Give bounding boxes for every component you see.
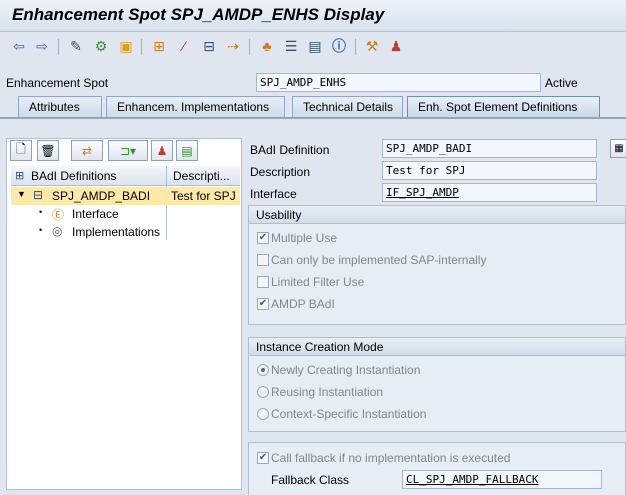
new-icon[interactable]: 🗋: [10, 140, 32, 161]
fallback-class-label: Fallback Class: [271, 473, 350, 487]
align-icon[interactable]: ☰: [282, 37, 300, 55]
reusing-label: Reusing Instantiation: [271, 385, 384, 399]
filter-dropdown-icon[interactable]: ⊐▾: [108, 140, 148, 161]
usability-header: Usability: [249, 206, 625, 224]
window-title: Enhancement Spot SPJ_AMDP_ENHS Display: [12, 5, 385, 24]
reusing-radio[interactable]: [257, 386, 269, 398]
limited-filter-label: Limited Filter Use: [271, 275, 365, 289]
enhancement-spot-label: Enhancement Spot: [6, 76, 109, 90]
description-label: Description: [250, 165, 311, 179]
tree-row-label: Interface: [72, 207, 119, 221]
title-bar: Enhancement Spot SPJ_AMDP_ENHS Display: [0, 0, 626, 32]
badi-icon: ⊟: [33, 188, 44, 202]
convert-icon[interactable]: ⇄: [71, 140, 103, 161]
navigate-icon[interactable]: ⇢: [224, 37, 242, 55]
tools-icon[interactable]: ⚒: [363, 37, 381, 55]
amdp-badi-checkbox[interactable]: ✔: [257, 298, 269, 310]
interface-field[interactable]: IF_SPJ_AMDP: [382, 183, 597, 202]
list-icon[interactable]: ▤: [176, 140, 198, 161]
forward-icon[interactable]: ⇨: [33, 37, 51, 55]
amdp-badi-label: AMDP BAdI: [271, 297, 335, 311]
delete-icon[interactable]: 🗑: [37, 140, 59, 161]
grid-icon[interactable]: ▦: [610, 139, 626, 158]
info-icon[interactable]: ⓘ: [330, 37, 348, 55]
check-icon[interactable]: ⊞: [150, 37, 168, 55]
tab-enh-spot-element-definitions[interactable]: Enh. Spot Element Definitions: [407, 96, 600, 117]
magic-wand-icon[interactable]: ⁄: [175, 37, 193, 55]
badi-definition-field[interactable]: SPJ_AMDP_BADI: [382, 139, 597, 158]
toolbar-separator: [58, 39, 59, 55]
multiple-use-label: Multiple Use: [271, 231, 338, 245]
instance-creation-header: Instance Creation Mode: [249, 338, 625, 356]
call-fallback-label: Call fallback if no implementation is ex…: [271, 451, 511, 465]
newly-creating-radio[interactable]: [257, 364, 269, 376]
tab-strip: Attributes Enhancem. Implementations Tec…: [0, 96, 626, 118]
tree-row-interface[interactable]: • Ⓔ Interface: [11, 205, 240, 223]
bullet-icon: •: [39, 225, 43, 235]
column-header-badi-label: BAdI Definitions: [31, 169, 117, 183]
where-used-icon[interactable]: ⊟: [200, 37, 218, 55]
description-field[interactable]: Test for SPJ: [382, 161, 597, 180]
context-specific-radio[interactable]: [257, 408, 269, 420]
context-specific-label: Context-Specific Instantiation: [271, 407, 427, 421]
users-icon[interactable]: ♟: [387, 37, 405, 55]
activate-icon[interactable]: ▣: [117, 37, 135, 55]
tree-row-implementations[interactable]: • ◎ Implementations: [11, 223, 240, 241]
tab-attributes[interactable]: Attributes: [18, 96, 102, 117]
tab-underline: [0, 117, 626, 119]
limited-filter-checkbox[interactable]: [257, 276, 269, 288]
tree-row-badi[interactable]: ▼ ⊟ SPJ_AMDP_BADI Test for SPJ: [11, 187, 240, 205]
fallback-class-field[interactable]: CL_SPJ_AMDP_FALLBACK: [402, 470, 602, 489]
application-toolbar: ⇦ ⇨ ✎ ⚙ ▣ ⊞ ⁄ ⊟ ⇢ ♣ ☰ ▤ ⓘ ⚒ ♟: [0, 33, 626, 61]
tree-row-label: SPJ_AMDP_BADI: [52, 189, 151, 203]
toolbar-separator: [355, 39, 356, 55]
toolbar-separator: [249, 39, 250, 55]
tab-technical-details[interactable]: Technical Details: [292, 96, 403, 117]
badi-definition-label: BAdI Definition: [250, 143, 330, 157]
tree-icon: ⊞: [15, 170, 25, 182]
tree-row-label: Implementations: [72, 225, 161, 239]
tree-row-description: Test for SPJ: [171, 189, 236, 203]
back-icon[interactable]: ⇦: [10, 37, 28, 55]
interface-icon: Ⓔ: [52, 208, 65, 222]
expand-icon[interactable]: ▼: [17, 189, 26, 199]
tree-header: ⊞ BAdI Definitions Descripti...: [11, 166, 240, 186]
call-fallback-checkbox[interactable]: ✔: [257, 452, 269, 464]
tab-enhancement-implementations[interactable]: Enhancem. Implementations: [106, 96, 285, 117]
newly-creating-label: Newly Creating Instantiation: [271, 363, 421, 377]
implementations-icon: ◎: [52, 224, 63, 238]
sap-internal-checkbox[interactable]: [257, 254, 269, 266]
hierarchy-icon[interactable]: ♣: [258, 37, 276, 55]
column-header-badi[interactable]: ⊞ BAdI Definitions: [11, 166, 167, 186]
status-text: Active: [545, 76, 578, 90]
toolbar-separator: [141, 39, 142, 55]
display-object-list-icon[interactable]: ▤: [306, 37, 324, 55]
display-change-icon[interactable]: ✎: [67, 37, 85, 55]
sap-internal-label: Can only be implemented SAP-internally: [271, 253, 487, 267]
multiple-use-checkbox[interactable]: ✔: [257, 232, 269, 244]
other-object-icon[interactable]: ⚙: [92, 37, 110, 55]
bullet-icon: •: [39, 207, 43, 217]
interface-label: Interface: [250, 187, 297, 201]
column-header-description[interactable]: Descripti...: [168, 166, 240, 186]
enhancement-spot-field[interactable]: SPJ_AMDP_ENHS: [256, 73, 541, 92]
users-icon[interactable]: ♟: [151, 140, 173, 161]
